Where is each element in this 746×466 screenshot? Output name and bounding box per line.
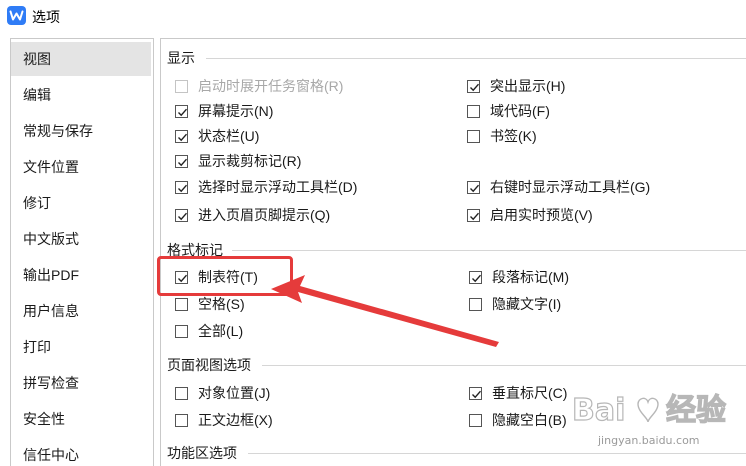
options-dialog: 选项 视图 编辑 常规与保存 文件位置 修订 中文版式 输出PDF 用户信息 打… — [0, 0, 746, 466]
svg-text:经验: 经验 — [666, 393, 726, 428]
baidu-jingyan-watermark: Bai 经验 jingyan.baidu.com — [571, 392, 726, 447]
svg-text:jingyan.baidu.com: jingyan.baidu.com — [597, 434, 700, 447]
svg-text:Bai: Bai — [572, 393, 625, 428]
